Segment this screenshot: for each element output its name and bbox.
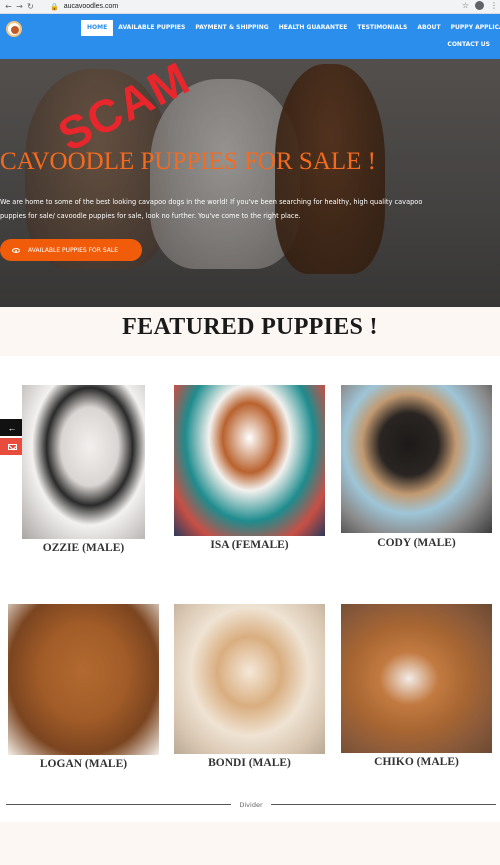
puppy-name[interactable]: OZZIE (MALE) bbox=[22, 542, 145, 554]
arrow-left-icon: ← bbox=[7, 422, 17, 433]
available-puppies-button[interactable]: AVAILABLE PUPPIES FOR SALE bbox=[0, 239, 142, 261]
lock-icon: 🔒 bbox=[50, 2, 59, 11]
back-icon[interactable]: ← bbox=[3, 2, 14, 11]
nav-about[interactable]: ABOUT bbox=[412, 20, 445, 36]
puppy-name[interactable]: CHIKO (MALE) bbox=[341, 756, 492, 768]
url-text: aucavoodles.com bbox=[63, 3, 119, 10]
divider-line bbox=[6, 804, 232, 805]
site-header: HOME AVAILABLE PUPPIES PAYMENT & SHIPPIN… bbox=[0, 14, 500, 59]
side-toggle-button[interactable]: ← bbox=[0, 419, 24, 436]
reload-icon[interactable]: ↻ bbox=[25, 2, 36, 11]
featured-band: FEATURED PUPPIES ! bbox=[0, 307, 500, 356]
site-logo[interactable] bbox=[6, 21, 22, 37]
puppy-name[interactable]: LOGAN (MALE) bbox=[8, 758, 159, 770]
featured-title: FEATURED PUPPIES ! bbox=[122, 314, 378, 340]
section-divider: Divider bbox=[6, 799, 497, 810]
eye-icon bbox=[12, 247, 20, 253]
puppy-photo[interactable] bbox=[174, 604, 325, 754]
button-label: AVAILABLE PUPPIES FOR SALE bbox=[28, 246, 118, 254]
hero-title: CAVOODLE PUPPIES FOR SALE ! bbox=[0, 148, 376, 175]
hero-overlay bbox=[0, 59, 500, 307]
footer-band bbox=[0, 822, 500, 865]
nav-puppy-application[interactable]: PUPPY APPLICATION bbox=[446, 20, 500, 36]
kebab-menu-icon[interactable]: ⋮ bbox=[490, 1, 498, 10]
forward-icon[interactable]: → bbox=[14, 2, 25, 11]
main-nav: HOME AVAILABLE PUPPIES PAYMENT & SHIPPIN… bbox=[81, 20, 500, 36]
envelope-icon bbox=[7, 443, 17, 450]
address-bar[interactable]: 🔒 aucavoodles.com bbox=[50, 1, 450, 12]
star-icon[interactable]: ☆ bbox=[462, 1, 469, 10]
hero-description: We are home to some of the best looking … bbox=[0, 198, 423, 220]
puppy-photo[interactable] bbox=[22, 385, 145, 539]
nav-payment-shipping[interactable]: PAYMENT & SHIPPING bbox=[190, 20, 273, 36]
puppy-photo[interactable] bbox=[341, 385, 492, 533]
divider-label: Divider bbox=[239, 800, 263, 809]
puppy-name[interactable]: CODY (MALE) bbox=[341, 537, 492, 549]
puppy-name[interactable]: ISA (FEMALE) bbox=[174, 539, 325, 551]
nav-testimonials[interactable]: TESTIMONIALS bbox=[352, 20, 412, 36]
puppy-photo[interactable] bbox=[8, 604, 159, 755]
hero-banner: SCAM CAVOODLE PUPPIES FOR SALE ! We are … bbox=[0, 59, 500, 307]
profile-icon[interactable] bbox=[475, 1, 484, 10]
nav-contact-us[interactable]: CONTACT US bbox=[447, 41, 490, 48]
side-mail-button[interactable] bbox=[0, 438, 24, 455]
puppy-photo[interactable] bbox=[174, 385, 325, 536]
puppy-photo[interactable] bbox=[341, 604, 492, 753]
divider-line bbox=[270, 804, 497, 805]
puppy-name[interactable]: BONDI (MALE) bbox=[174, 757, 325, 769]
nav-available-puppies[interactable]: AVAILABLE PUPPIES bbox=[113, 20, 190, 36]
nav-home[interactable]: HOME bbox=[81, 20, 114, 36]
browser-toolbar: ← → ↻ 🔒 aucavoodles.com ☆ ⋮ bbox=[0, 0, 500, 14]
nav-health-guarantee[interactable]: HEALTH GUARANTEE bbox=[274, 20, 353, 36]
